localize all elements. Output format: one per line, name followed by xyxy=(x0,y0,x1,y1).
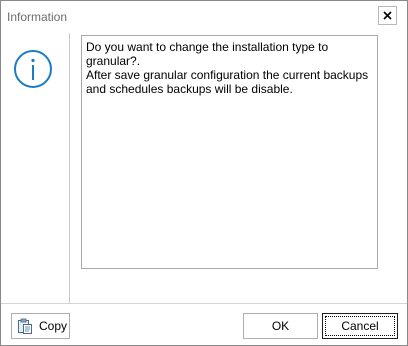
message-warning: After save granular configuration the cu… xyxy=(86,68,369,96)
cancel-button-label: Cancel xyxy=(341,319,379,333)
information-dialog: Information Do you want to change the in… xyxy=(0,0,408,346)
footer-divider xyxy=(1,303,407,304)
message-question: Do you want to change the installation t… xyxy=(86,40,329,68)
copy-button[interactable]: Copy xyxy=(11,313,70,339)
clipboard-icon xyxy=(18,318,32,334)
message-box[interactable]: Do you want to change the installation t… xyxy=(81,35,378,269)
close-button[interactable] xyxy=(378,6,397,25)
copy-button-label: Copy xyxy=(39,319,68,333)
ok-button[interactable]: OK xyxy=(243,313,318,339)
title-bar[interactable]: Information xyxy=(1,1,407,33)
dialog-title: Information xyxy=(7,10,68,24)
info-icon xyxy=(14,50,52,88)
ok-button-label: OK xyxy=(271,319,290,333)
close-icon xyxy=(383,11,392,20)
cancel-button[interactable]: Cancel xyxy=(322,313,398,339)
icon-pane xyxy=(1,33,70,303)
